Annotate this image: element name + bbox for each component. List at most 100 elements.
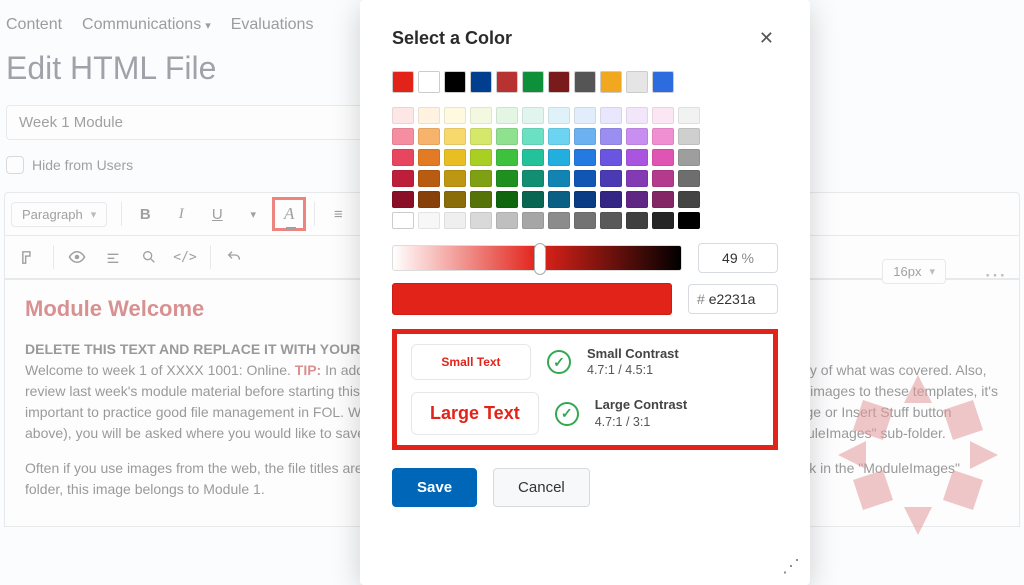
swatch[interactable] xyxy=(574,212,596,229)
swatch[interactable] xyxy=(652,149,674,166)
swatch[interactable] xyxy=(678,107,700,124)
swatch[interactable] xyxy=(522,212,544,229)
nav-communications[interactable]: Communications ▾ xyxy=(82,16,211,34)
swatch[interactable] xyxy=(522,170,544,187)
swatch[interactable] xyxy=(626,170,648,187)
swatch[interactable] xyxy=(470,71,492,93)
swatch[interactable] xyxy=(496,107,518,124)
close-icon[interactable]: ✕ xyxy=(755,24,778,53)
swatch[interactable] xyxy=(652,191,674,208)
swatch[interactable] xyxy=(652,128,674,145)
swatch[interactable] xyxy=(574,71,596,93)
preview-icon[interactable] xyxy=(60,240,94,274)
swatch[interactable] xyxy=(496,191,518,208)
swatch[interactable] xyxy=(574,128,596,145)
swatch[interactable] xyxy=(574,149,596,166)
swatch[interactable] xyxy=(470,170,492,187)
swatch[interactable] xyxy=(626,107,648,124)
underline-button[interactable]: U xyxy=(200,197,234,231)
swatch[interactable] xyxy=(470,107,492,124)
swatch[interactable] xyxy=(600,107,622,124)
swatch[interactable] xyxy=(574,191,596,208)
clear-format-icon[interactable] xyxy=(96,240,130,274)
swatch[interactable] xyxy=(652,107,674,124)
bold-button[interactable]: B xyxy=(128,197,162,231)
swatch[interactable] xyxy=(626,71,648,93)
undo-icon[interactable] xyxy=(217,240,251,274)
swatch[interactable] xyxy=(418,149,440,166)
hex-input[interactable]: # e2231a xyxy=(688,284,778,314)
swatch[interactable] xyxy=(522,107,544,124)
swatch[interactable] xyxy=(444,71,466,93)
swatch[interactable] xyxy=(548,212,570,229)
save-button[interactable]: Save xyxy=(392,468,477,507)
underline-menu[interactable]: ▾ xyxy=(236,197,270,231)
cancel-button[interactable]: Cancel xyxy=(493,468,590,507)
swatch[interactable] xyxy=(470,149,492,166)
swatch[interactable] xyxy=(522,71,544,93)
swatch[interactable] xyxy=(418,170,440,187)
swatch[interactable] xyxy=(392,149,414,166)
swatch[interactable] xyxy=(548,149,570,166)
swatch[interactable] xyxy=(522,149,544,166)
swatch[interactable] xyxy=(678,128,700,145)
swatch[interactable] xyxy=(626,212,648,229)
swatch[interactable] xyxy=(678,170,700,187)
font-size-select[interactable]: 16px▾ xyxy=(882,259,946,284)
swatch[interactable] xyxy=(392,128,414,145)
swatch[interactable] xyxy=(392,71,414,93)
align-button[interactable]: ≡ xyxy=(321,197,355,231)
swatch[interactable] xyxy=(496,149,518,166)
swatch[interactable] xyxy=(444,107,466,124)
swatch[interactable] xyxy=(548,71,570,93)
swatch[interactable] xyxy=(548,128,570,145)
swatch[interactable] xyxy=(678,191,700,208)
swatch[interactable] xyxy=(548,170,570,187)
source-icon[interactable]: </> xyxy=(168,240,202,274)
swatch[interactable] xyxy=(600,212,622,229)
swatch[interactable] xyxy=(470,191,492,208)
swatch[interactable] xyxy=(392,170,414,187)
swatch[interactable] xyxy=(574,107,596,124)
swatch[interactable] xyxy=(496,128,518,145)
swatch[interactable] xyxy=(600,170,622,187)
swatch[interactable] xyxy=(444,191,466,208)
swatch[interactable] xyxy=(418,191,440,208)
swatch[interactable] xyxy=(418,212,440,229)
lightness-slider[interactable] xyxy=(392,245,682,271)
swatch[interactable] xyxy=(392,212,414,229)
swatch[interactable] xyxy=(392,107,414,124)
resize-grip-icon[interactable]: ⋰ xyxy=(782,556,800,577)
swatch[interactable] xyxy=(574,170,596,187)
swatch[interactable] xyxy=(418,107,440,124)
swatch[interactable] xyxy=(496,71,518,93)
swatch[interactable] xyxy=(522,191,544,208)
slider-thumb[interactable] xyxy=(534,243,546,275)
swatch[interactable] xyxy=(652,170,674,187)
swatch[interactable] xyxy=(600,128,622,145)
swatch[interactable] xyxy=(392,191,414,208)
swatch[interactable] xyxy=(496,212,518,229)
swatch[interactable] xyxy=(652,71,674,93)
nav-content[interactable]: Content xyxy=(6,16,62,34)
more-icon[interactable]: ⋯ xyxy=(984,262,1008,288)
format-paint-icon[interactable] xyxy=(11,240,45,274)
percent-input[interactable]: 49 % xyxy=(698,243,778,273)
swatch[interactable] xyxy=(626,149,648,166)
swatch[interactable] xyxy=(444,212,466,229)
swatch[interactable] xyxy=(548,107,570,124)
hide-checkbox[interactable] xyxy=(6,156,24,174)
swatch[interactable] xyxy=(418,128,440,145)
swatch[interactable] xyxy=(496,170,518,187)
swatch[interactable] xyxy=(444,149,466,166)
font-color-button[interactable]: A xyxy=(272,197,306,231)
swatch[interactable] xyxy=(678,212,700,229)
swatch[interactable] xyxy=(652,212,674,229)
find-icon[interactable] xyxy=(132,240,166,274)
swatch[interactable] xyxy=(600,149,622,166)
swatch[interactable] xyxy=(522,128,544,145)
swatch[interactable] xyxy=(548,191,570,208)
swatch[interactable] xyxy=(600,71,622,93)
swatch[interactable] xyxy=(418,71,440,93)
swatch[interactable] xyxy=(444,170,466,187)
